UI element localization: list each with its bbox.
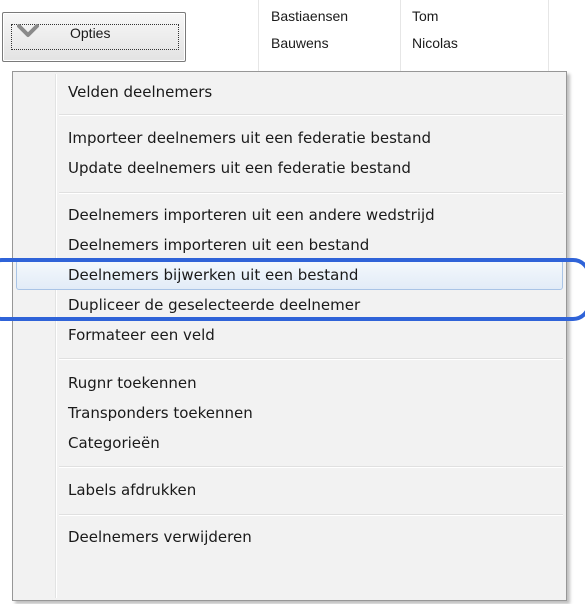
menu-item-importeren-andere-wedstrijd[interactable]: Deelnemers importeren uit een andere wed… bbox=[16, 200, 563, 230]
menu-separator bbox=[59, 466, 563, 468]
menu-item-importeer-federatie[interactable]: Importeer deelnemers uit een federatie b… bbox=[16, 123, 563, 153]
menu-item-transponders-toekennen[interactable]: Transponders toekennen bbox=[16, 398, 563, 428]
menu-separator bbox=[59, 514, 563, 516]
menu-separator bbox=[59, 192, 563, 194]
menu-item-formateer-veld[interactable]: Formateer een veld bbox=[16, 320, 563, 350]
menu-item-categorieen[interactable]: Categorieën bbox=[16, 428, 563, 458]
screen: Bastiaensen Tom Bauwens Nicolas Opties V… bbox=[0, 0, 585, 604]
menu-separator bbox=[59, 114, 563, 116]
menu-item-deelnemers-verwijderen[interactable]: Deelnemers verwijderen bbox=[16, 522, 563, 552]
column-divider bbox=[548, 0, 549, 80]
menu-item-rugnr-toekennen[interactable]: Rugnr toekennen bbox=[16, 368, 563, 398]
menu-item-velden-deelnemers[interactable]: Velden deelnemers bbox=[16, 77, 563, 107]
chevron-down-icon bbox=[17, 24, 39, 37]
menu-item-labels-afdrukken[interactable]: Labels afdrukken bbox=[16, 475, 563, 505]
column-divider bbox=[258, 0, 259, 80]
menu-item-bijwerken-bestand[interactable]: Deelnemers bijwerken uit een bestand bbox=[16, 260, 563, 290]
menu-item-importeren-bestand[interactable]: Deelnemers importeren uit een bestand bbox=[16, 230, 563, 260]
cell-first-name[interactable]: Tom bbox=[412, 8, 438, 24]
options-button-label: Opties bbox=[70, 25, 111, 41]
column-divider bbox=[400, 0, 401, 80]
cell-first-name[interactable]: Nicolas bbox=[412, 35, 458, 51]
cell-last-name[interactable]: Bauwens bbox=[271, 35, 329, 51]
options-menu: Velden deelnemers Importeer deelnemers u… bbox=[12, 71, 567, 601]
cell-last-name[interactable]: Bastiaensen bbox=[271, 8, 348, 24]
menu-item-update-federatie[interactable]: Update deelnemers uit een federatie best… bbox=[16, 153, 563, 183]
menu-separator bbox=[59, 358, 563, 360]
menu-item-dupliceer-deelnemer[interactable]: Dupliceer de geselecteerde deelnemer bbox=[16, 290, 563, 320]
